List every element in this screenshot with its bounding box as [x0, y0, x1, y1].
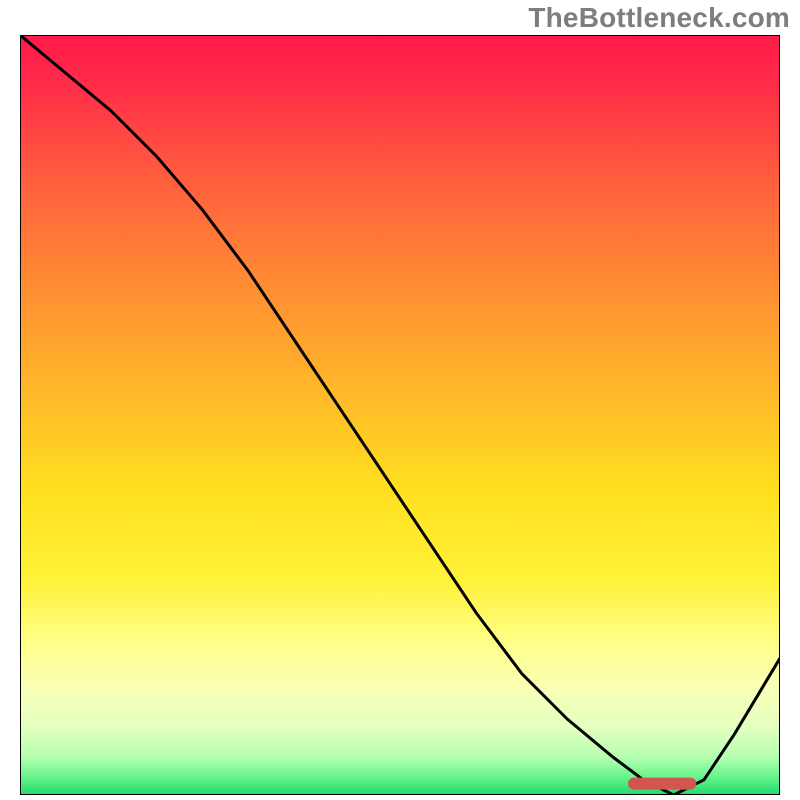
watermark-text: TheBottleneck.com — [528, 2, 790, 34]
gradient-background — [20, 35, 780, 795]
bottleneck-chart — [20, 35, 780, 795]
chart-svg — [20, 35, 780, 795]
optimal-range-marker — [628, 778, 696, 790]
